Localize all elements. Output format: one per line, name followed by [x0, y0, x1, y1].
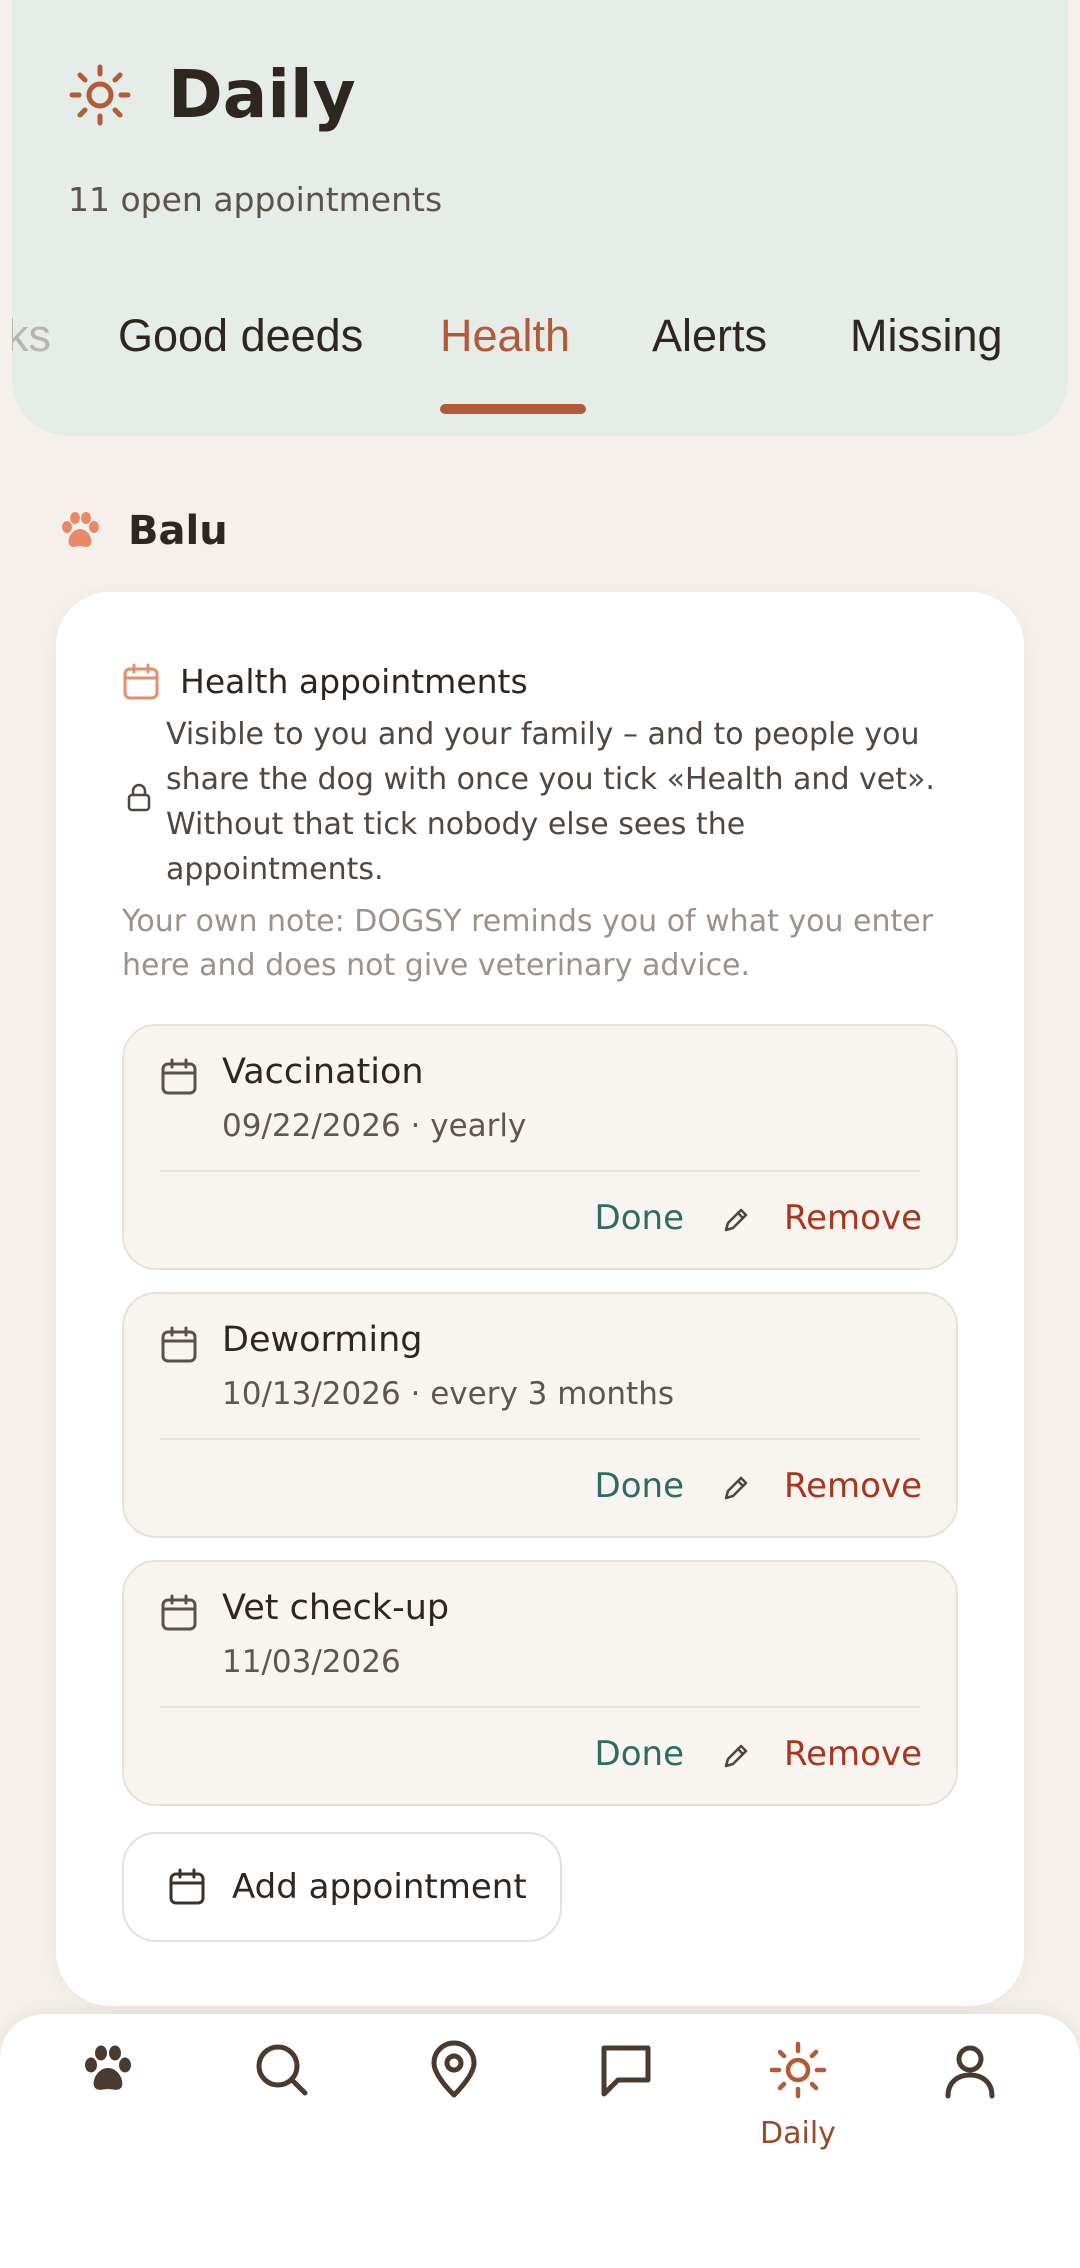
done-button[interactable]: Done	[595, 1734, 684, 1774]
sun-icon	[69, 64, 131, 125]
card-header: Health appointments	[122, 662, 528, 701]
done-button[interactable]: Done	[595, 1466, 684, 1506]
page-title: Daily	[168, 56, 356, 133]
disclaimer-note: Your own note: DOGSY reminds you of what…	[122, 904, 934, 983]
paw-icon	[85, 2045, 131, 2090]
pencil-icon[interactable]	[720, 1740, 752, 1772]
divider	[160, 1170, 920, 1172]
sun-icon	[769, 2041, 827, 2099]
add-appointment-label: Add appointment	[232, 1867, 527, 1907]
nav-dogs[interactable]	[48, 2040, 168, 2160]
nav-search[interactable]	[222, 2040, 342, 2160]
tab-missing[interactable]: Missing	[850, 310, 1003, 362]
paw-icon	[62, 512, 99, 547]
calendar-icon	[123, 663, 159, 699]
nav-daily-label: Daily	[760, 2116, 836, 2151]
lock-icon	[127, 783, 151, 812]
appointment-date: 10/13/2026 · every 3 months	[222, 1376, 675, 1412]
calendar-icon	[161, 1594, 197, 1631]
done-button[interactable]: Done	[595, 1198, 684, 1238]
header-panel: Daily 11 open appointments ks Good deeds…	[12, 0, 1068, 436]
add-appointment-button[interactable]: Add appointment	[122, 1832, 562, 1942]
appointment-title: Vaccination	[222, 1052, 424, 1092]
appointment-title: Deworming	[222, 1320, 423, 1360]
divider	[160, 1438, 920, 1440]
remove-button[interactable]: Remove	[784, 1734, 922, 1774]
visibility-info: Visible to you and your family – and to …	[166, 717, 935, 887]
calendar-icon	[161, 1326, 197, 1363]
pencil-icon[interactable]	[720, 1472, 752, 1504]
nav-profile[interactable]	[910, 2040, 1030, 2160]
tab-alerts[interactable]: Alerts	[652, 310, 767, 362]
tab-bar: ks Good deeds Health Alerts Missing	[12, 310, 1068, 414]
appointment-title: Vet check-up	[222, 1588, 450, 1628]
search-icon	[256, 2044, 308, 2096]
card-title: Health appointments	[180, 662, 528, 701]
map-pin-icon	[431, 2040, 477, 2098]
tab-health[interactable]: Health	[440, 310, 570, 362]
profile-icon	[945, 2045, 995, 2099]
tab-partial[interactable]: ks	[12, 310, 51, 362]
bottom-navigation: Daily	[0, 2014, 1080, 2268]
appointment-item: Vet check-up 11/03/2026 Done Remove	[122, 1560, 958, 1806]
active-tab-indicator	[440, 404, 586, 414]
nav-daily[interactable]: Daily	[738, 2040, 858, 2160]
calendar-icon	[161, 1058, 197, 1095]
divider	[160, 1706, 920, 1708]
pencil-icon[interactable]	[720, 1204, 752, 1236]
chat-icon	[601, 2045, 651, 2097]
tab-good-deeds[interactable]: Good deeds	[118, 310, 363, 362]
calendar-icon	[169, 1868, 205, 1905]
nav-map[interactable]	[394, 2040, 514, 2160]
dog-name: Balu	[128, 508, 228, 554]
nav-messages[interactable]	[566, 2040, 686, 2160]
appointment-date: 09/22/2026 · yearly	[222, 1108, 527, 1144]
header-title-row: Daily	[68, 56, 356, 133]
appointment-item: Vaccination 09/22/2026 · yearly Done Rem…	[122, 1024, 958, 1270]
health-appointments-card: Health appointments Visible to you and y…	[56, 592, 1024, 2006]
dog-section-header: Balu	[58, 508, 228, 554]
remove-button[interactable]: Remove	[784, 1198, 922, 1238]
appointment-item: Deworming 10/13/2026 · every 3 months Do…	[122, 1292, 958, 1538]
appointment-date: 11/03/2026	[222, 1644, 401, 1680]
remove-button[interactable]: Remove	[784, 1466, 922, 1506]
open-appointments-count: 11 open appointments	[68, 180, 443, 219]
